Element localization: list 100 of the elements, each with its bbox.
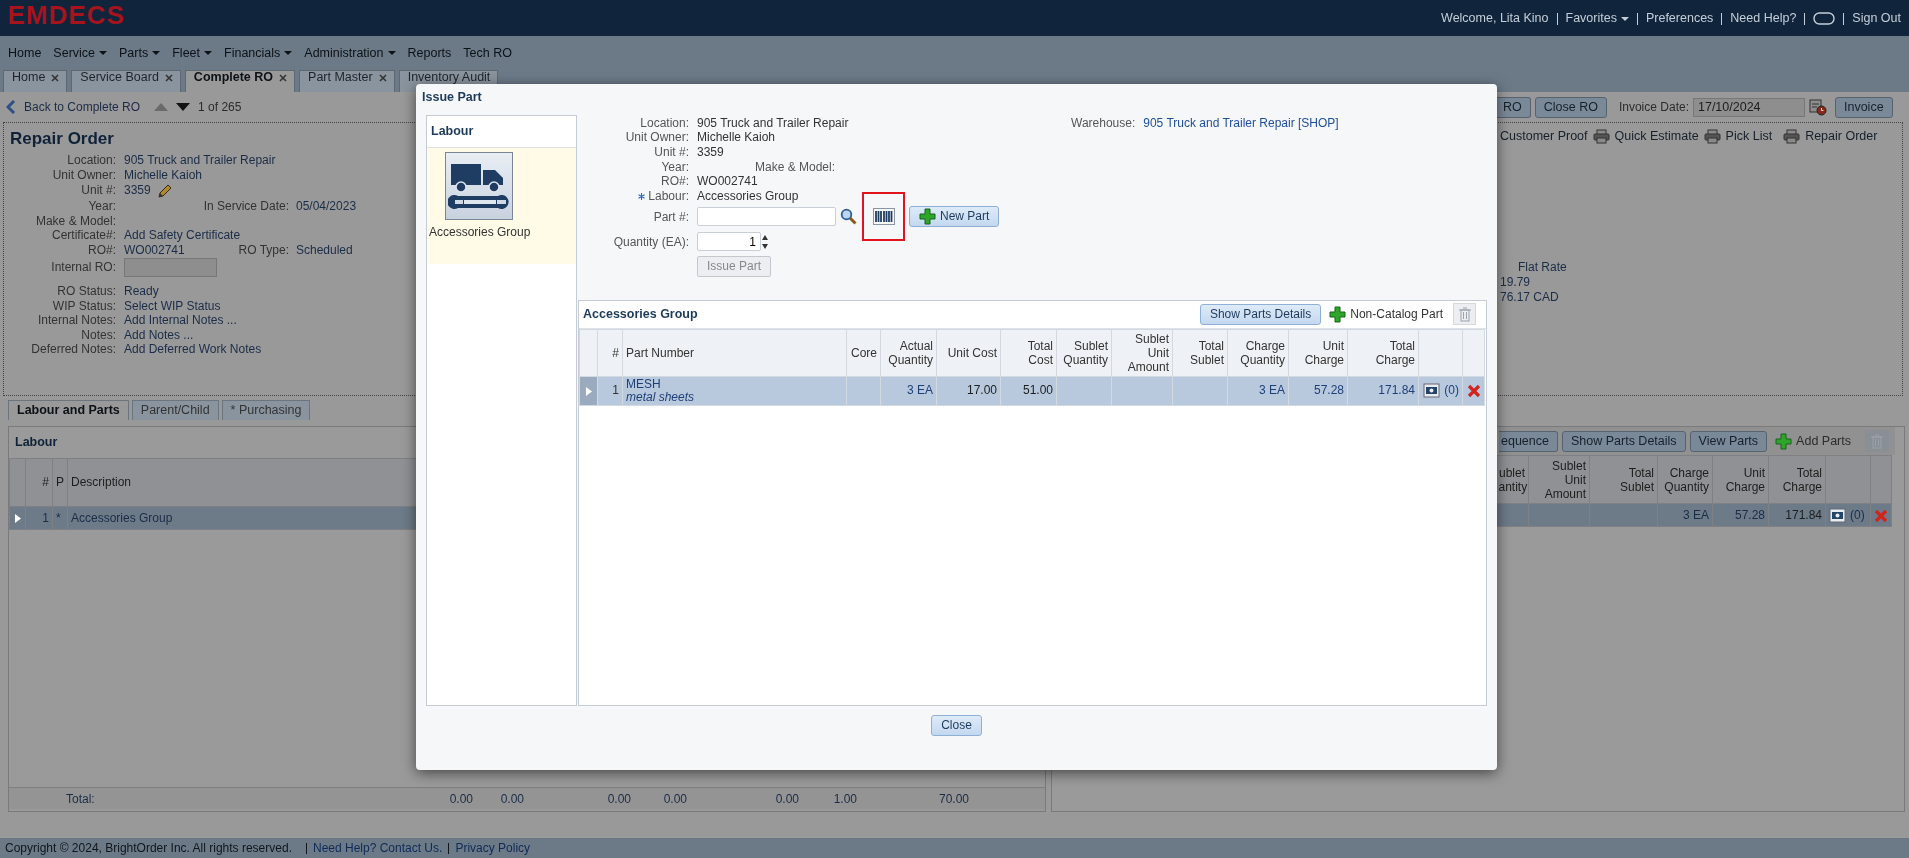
delete-button[interactable] (1453, 303, 1476, 326)
total-value: 70.00 (937, 790, 969, 808)
add-part-button[interactable]: Non-Catalog Part (1329, 305, 1443, 324)
field-label: Unit Owner: (625, 130, 689, 145)
menu-item[interactable]: Financials (224, 43, 281, 63)
next-arrow[interactable] (176, 103, 191, 111)
table-cell: 51.00 (1000, 376, 1057, 406)
printer-icon[interactable] (1703, 128, 1721, 144)
trash-icon (1458, 306, 1471, 322)
field-value[interactable]: Add Internal Notes ... (124, 313, 237, 328)
field-label: RO#: (661, 174, 689, 189)
tab[interactable]: * Purchasing (221, 400, 311, 420)
table-cell: 3 EA (880, 376, 937, 406)
menu-item[interactable]: Parts (119, 43, 149, 63)
column-header: Total Sublet (1589, 455, 1658, 504)
field-value[interactable]: 905 Truck and Trailer Repair (124, 153, 276, 168)
column-header: Sublet Unit Amount (1528, 455, 1590, 504)
new-part-button[interactable]: New Part (909, 206, 1000, 228)
printer-icon[interactable] (1592, 128, 1610, 144)
field-label: Year: (87, 199, 116, 214)
field-value: 05/04/2023 (296, 199, 357, 214)
toolbar-button[interactable]: View Parts (1689, 430, 1768, 452)
tab[interactable]: Labour and Parts (8, 400, 129, 420)
menu-item[interactable]: Home (8, 43, 42, 63)
part-number-link[interactable]: MESH (626, 377, 661, 391)
pencil-icon[interactable] (156, 182, 173, 199)
print-link[interactable]: Quick Estimate (1614, 127, 1699, 146)
attachment-icon[interactable] (1423, 383, 1441, 399)
back-link[interactable]: Back to Complete RO (24, 98, 141, 116)
search-icon[interactable] (840, 208, 857, 226)
field-value[interactable]: Select WIP Status (124, 298, 221, 313)
field-label: Location: (640, 115, 689, 131)
field-value[interactable]: WO002741 (124, 242, 185, 257)
column-header: Unit Charge (1712, 455, 1769, 504)
field-label: Quantity (EA): (613, 234, 689, 249)
text-field[interactable] (124, 258, 217, 277)
toolbar-button[interactable]: Show Parts Details (1561, 430, 1686, 452)
expand-arrow[interactable] (14, 514, 21, 524)
expand-arrow[interactable] (585, 386, 592, 396)
close-icon[interactable] (164, 73, 173, 82)
field-value[interactable]: Add Safety Certificate (124, 228, 241, 243)
table-cell: 171.84 (1347, 376, 1419, 406)
delete-icon[interactable] (1466, 383, 1481, 398)
show-details-button[interactable]: Show Parts Details (1199, 303, 1322, 325)
printer-icon[interactable] (1783, 128, 1801, 144)
total-value: 0.00 (774, 790, 799, 808)
attachment-icon[interactable] (1829, 508, 1846, 524)
calendar-icon[interactable] (1809, 98, 1827, 116)
menu-item[interactable]: Service (53, 43, 96, 63)
menu-item[interactable]: Reports (407, 43, 452, 63)
field-value[interactable]: Add Notes ... (124, 327, 194, 342)
close-icon[interactable] (51, 73, 60, 82)
toolbar-button[interactable]: RO (1495, 96, 1531, 118)
part-number-field[interactable] (697, 207, 836, 227)
print-link[interactable]: Repair Order (1805, 127, 1878, 146)
field-label: RO Status: (56, 284, 116, 299)
toolbar-button[interactable]: Close RO (1534, 96, 1607, 118)
header-link[interactable]: Preferences (1645, 9, 1714, 28)
field-value[interactable]: Michelle Kaioh (124, 167, 203, 182)
column-header: Unit Charge (1288, 329, 1348, 377)
column-header: Sublet Unit Amount (1111, 329, 1173, 377)
date-field[interactable]: 17/10/2024 (1693, 97, 1805, 117)
field-label: RO Type: (237, 242, 289, 257)
close-button[interactable]: Close (931, 714, 982, 736)
invoice-button[interactable]: Invoice (1835, 96, 1893, 118)
field-value[interactable]: 3359 (124, 183, 151, 198)
field-value[interactable]: Add Deferred Work Notes (124, 342, 262, 357)
header-link[interactable]: Sign Out (1852, 9, 1901, 28)
column-header: Total Cost (1000, 329, 1057, 377)
labour-item[interactable]: Accessories Group (427, 147, 576, 264)
table-cell: 17.00 (936, 376, 1001, 406)
barcode-icon[interactable] (872, 208, 895, 226)
tab[interactable]: Part Master (299, 70, 395, 92)
quantity-field[interactable]: 1 (697, 232, 761, 252)
column-header: Part Number (622, 329, 847, 377)
field-value: Scheduled (296, 242, 353, 257)
section-title: Repair Order (10, 129, 114, 149)
chat-icon[interactable] (1813, 11, 1836, 26)
toolbar-button[interactable]: equence (1499, 430, 1558, 452)
warehouse-link[interactable]: 905 Truck and Trailer Repair [SHOP] (1143, 115, 1339, 131)
tab[interactable]: Complete RO (184, 70, 296, 92)
total-value: 0.00 (662, 790, 687, 808)
menu-item[interactable]: Administration (304, 43, 384, 63)
tab[interactable]: Parent/Child (131, 400, 219, 420)
menu-item[interactable]: Tech RO (463, 43, 512, 63)
footer-link[interactable]: Need Help? Contact Us. (312, 841, 443, 855)
footer-link[interactable]: Privacy Policy (455, 841, 531, 855)
menu-item[interactable]: Fleet (172, 43, 200, 63)
header-link[interactable]: Need Help? (1730, 9, 1797, 28)
dialog-title: Issue Part (421, 89, 483, 106)
close-icon[interactable] (279, 73, 288, 82)
print-link[interactable]: Pick List (1725, 127, 1773, 146)
close-icon[interactable] (378, 73, 387, 82)
tab[interactable]: Service Board (71, 70, 181, 92)
field-value[interactable]: Ready (124, 284, 159, 299)
back-icon[interactable] (6, 100, 16, 114)
header-link[interactable]: Favorites (1565, 9, 1617, 28)
tab[interactable]: Home (3, 70, 68, 92)
print-link[interactable]: Customer Proof (1500, 127, 1588, 146)
add-parts-button[interactable]: Add Parts (1775, 431, 1851, 451)
